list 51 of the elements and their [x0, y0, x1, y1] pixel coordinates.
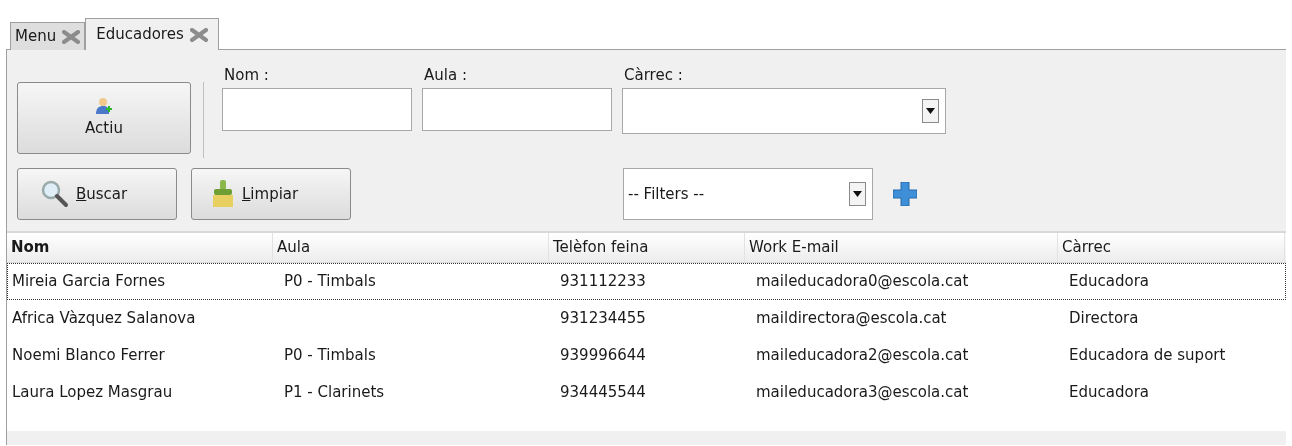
column-header[interactable]: Càrrec [1058, 233, 1285, 262]
table-cell: Mireia Garcia Fornes [12, 272, 166, 291]
caret-icon [853, 191, 862, 197]
field-label: Càrrec : [623, 65, 684, 86]
table-cell: P0 - Timbals [284, 272, 376, 291]
table-cell: maileducadora2@escola.cat [756, 346, 969, 365]
column-header[interactable]: Telèfon feina [549, 233, 745, 262]
table-cell: Educadora [1069, 383, 1149, 402]
table-cell: Laura Lopez Masgrau [12, 383, 173, 402]
person-add-icon [95, 96, 113, 115]
table-cell: 934445544 [560, 383, 646, 402]
clear-button[interactable]: Limpiar [191, 168, 351, 220]
column-header[interactable]: Work E-mail [745, 233, 1058, 262]
tab[interactable]: Educadores [85, 18, 219, 50]
tab-label: Educadores [96, 24, 184, 46]
table-cell: 931234455 [560, 309, 646, 328]
column-header[interactable]: Nom [7, 233, 273, 262]
table-cell: Directora [1069, 309, 1139, 328]
table-row[interactable]: Mireia Garcia Fornes P0 - Timbals 931112233 maileducadora0@escola.cat Educadora [7, 263, 1286, 300]
table-row[interactable]: Laura Lopez Masgrau P1 - Clarinets 934445544 maileducadora3@escola.cat Educadora [7, 374, 1286, 411]
dropdown-button[interactable] [849, 182, 866, 206]
table-cell: 931112233 [560, 272, 646, 291]
table-cell: maildirectora@escola.cat [756, 309, 947, 328]
caret-icon [926, 108, 935, 114]
input-field[interactable] [422, 88, 612, 131]
dropdown-button[interactable] [922, 99, 939, 123]
table-cell: Noemi Blanco Ferrer [12, 346, 165, 365]
column-header[interactable]: Aula [273, 233, 549, 262]
table-cell: maileducadora3@escola.cat [756, 383, 969, 402]
close-icon[interactable] [62, 29, 81, 44]
search-button[interactable]: Buscar [17, 168, 177, 220]
table-cell: Educadora [1069, 272, 1149, 291]
table-row[interactable]: Africa Vàzquez Salanova 931234455 maildirectora@escola.cat Directora [7, 300, 1286, 337]
brush-icon [210, 179, 236, 209]
table-cell: maileducadora0@escola.cat [756, 272, 969, 291]
table-cell: P1 - Clarinets [284, 383, 385, 402]
table-row[interactable]: Noemi Blanco Ferrer P0 - Timbals 939996644 maileducadora2@escola.cat Educadora de suport [7, 337, 1286, 374]
field-label: Aula : [423, 65, 468, 86]
field-label: Nom : [223, 65, 270, 86]
actiu-button[interactable]: Actiu [17, 82, 191, 154]
table-cell: Educadora de suport [1069, 346, 1226, 365]
tab-label: Menu [15, 26, 57, 48]
filters-dropdown[interactable]: -- Filters -- [623, 168, 873, 220]
input-field[interactable] [222, 88, 412, 131]
tab[interactable]: Menu [10, 22, 86, 50]
add-icon[interactable] [893, 182, 917, 206]
search-icon [40, 179, 70, 209]
close-icon[interactable] [189, 27, 208, 42]
table-cell: Africa Vàzquez Salanova [12, 309, 196, 328]
table-cell: 939996644 [560, 346, 646, 365]
table-cell: P0 - Timbals [284, 346, 376, 365]
